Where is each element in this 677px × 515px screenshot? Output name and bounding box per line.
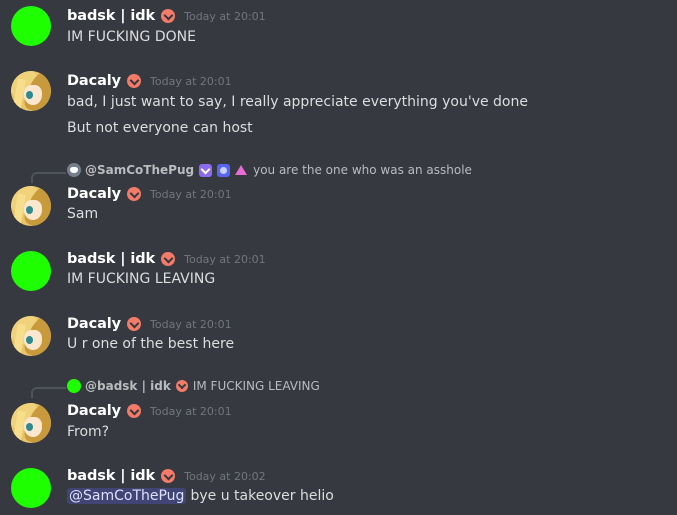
reply-text: you are the one who was an asshole bbox=[253, 163, 472, 177]
role-badge-icon bbox=[127, 317, 142, 331]
message-body: bye u takeover helio bbox=[190, 488, 334, 504]
user-avatar[interactable] bbox=[11, 403, 51, 443]
triangle-badge-icon bbox=[235, 165, 248, 175]
user-avatar[interactable] bbox=[11, 251, 51, 291]
timestamp[interactable]: Today at 20:02 bbox=[184, 470, 266, 483]
reply-avatar-icon bbox=[67, 163, 81, 177]
reply-preview[interactable]: @SamCoThePug you are the one who was an … bbox=[67, 162, 472, 178]
reply-connector bbox=[31, 172, 66, 183]
reply-connector bbox=[31, 387, 66, 398]
role-badge-icon bbox=[127, 404, 142, 418]
timestamp[interactable]: Today at 20:01 bbox=[184, 253, 266, 266]
username[interactable]: Dacaly bbox=[67, 186, 121, 202]
reply-text: IM FUCKING LEAVING bbox=[192, 379, 320, 393]
role-badge-icon bbox=[127, 187, 142, 201]
reply-username[interactable]: @badsk | idk bbox=[85, 379, 171, 393]
user-avatar[interactable] bbox=[11, 6, 51, 46]
message-text: IM FUCKING DONE bbox=[67, 29, 196, 45]
role-badge-icon bbox=[127, 74, 142, 88]
message-text: IM FUCKING LEAVING bbox=[67, 271, 216, 287]
message-text: bad, I just want to say, I really apprec… bbox=[67, 94, 528, 110]
message-text: Sam bbox=[67, 206, 99, 222]
username[interactable]: badsk | idk bbox=[67, 8, 155, 24]
role-badge-icon bbox=[161, 469, 176, 483]
username[interactable]: badsk | idk bbox=[67, 251, 155, 267]
timestamp[interactable]: Today at 20:01 bbox=[184, 10, 266, 23]
message-text: @SamCoThePug bye u takeover helio bbox=[67, 488, 334, 504]
reply-preview[interactable]: @badsk | idk IM FUCKING LEAVING bbox=[67, 378, 320, 394]
role-badge-icon bbox=[161, 252, 176, 266]
verified-icon bbox=[199, 163, 213, 177]
bot-badge-icon bbox=[217, 163, 231, 177]
role-badge-icon bbox=[175, 380, 188, 392]
reply-avatar-icon bbox=[67, 379, 81, 393]
message-text: But not everyone can host bbox=[67, 120, 253, 136]
timestamp[interactable]: Today at 20:01 bbox=[150, 75, 232, 88]
user-avatar[interactable] bbox=[11, 71, 51, 111]
user-avatar[interactable] bbox=[11, 468, 51, 508]
message-text: From? bbox=[67, 424, 110, 440]
user-avatar[interactable] bbox=[11, 316, 51, 356]
timestamp[interactable]: Today at 20:01 bbox=[150, 188, 232, 201]
timestamp[interactable]: Today at 20:01 bbox=[150, 318, 232, 331]
user-mention[interactable]: @SamCoThePug bbox=[67, 488, 187, 504]
username[interactable]: Dacaly bbox=[67, 403, 121, 419]
message-text: U r one of the best here bbox=[67, 336, 235, 352]
timestamp[interactable]: Today at 20:01 bbox=[150, 405, 232, 418]
username[interactable]: Dacaly bbox=[67, 73, 121, 89]
role-badge-icon bbox=[161, 9, 176, 23]
reply-username[interactable]: @SamCoThePug bbox=[85, 163, 194, 177]
user-avatar[interactable] bbox=[11, 186, 51, 226]
username[interactable]: Dacaly bbox=[67, 316, 121, 332]
username[interactable]: badsk | idk bbox=[67, 468, 155, 484]
